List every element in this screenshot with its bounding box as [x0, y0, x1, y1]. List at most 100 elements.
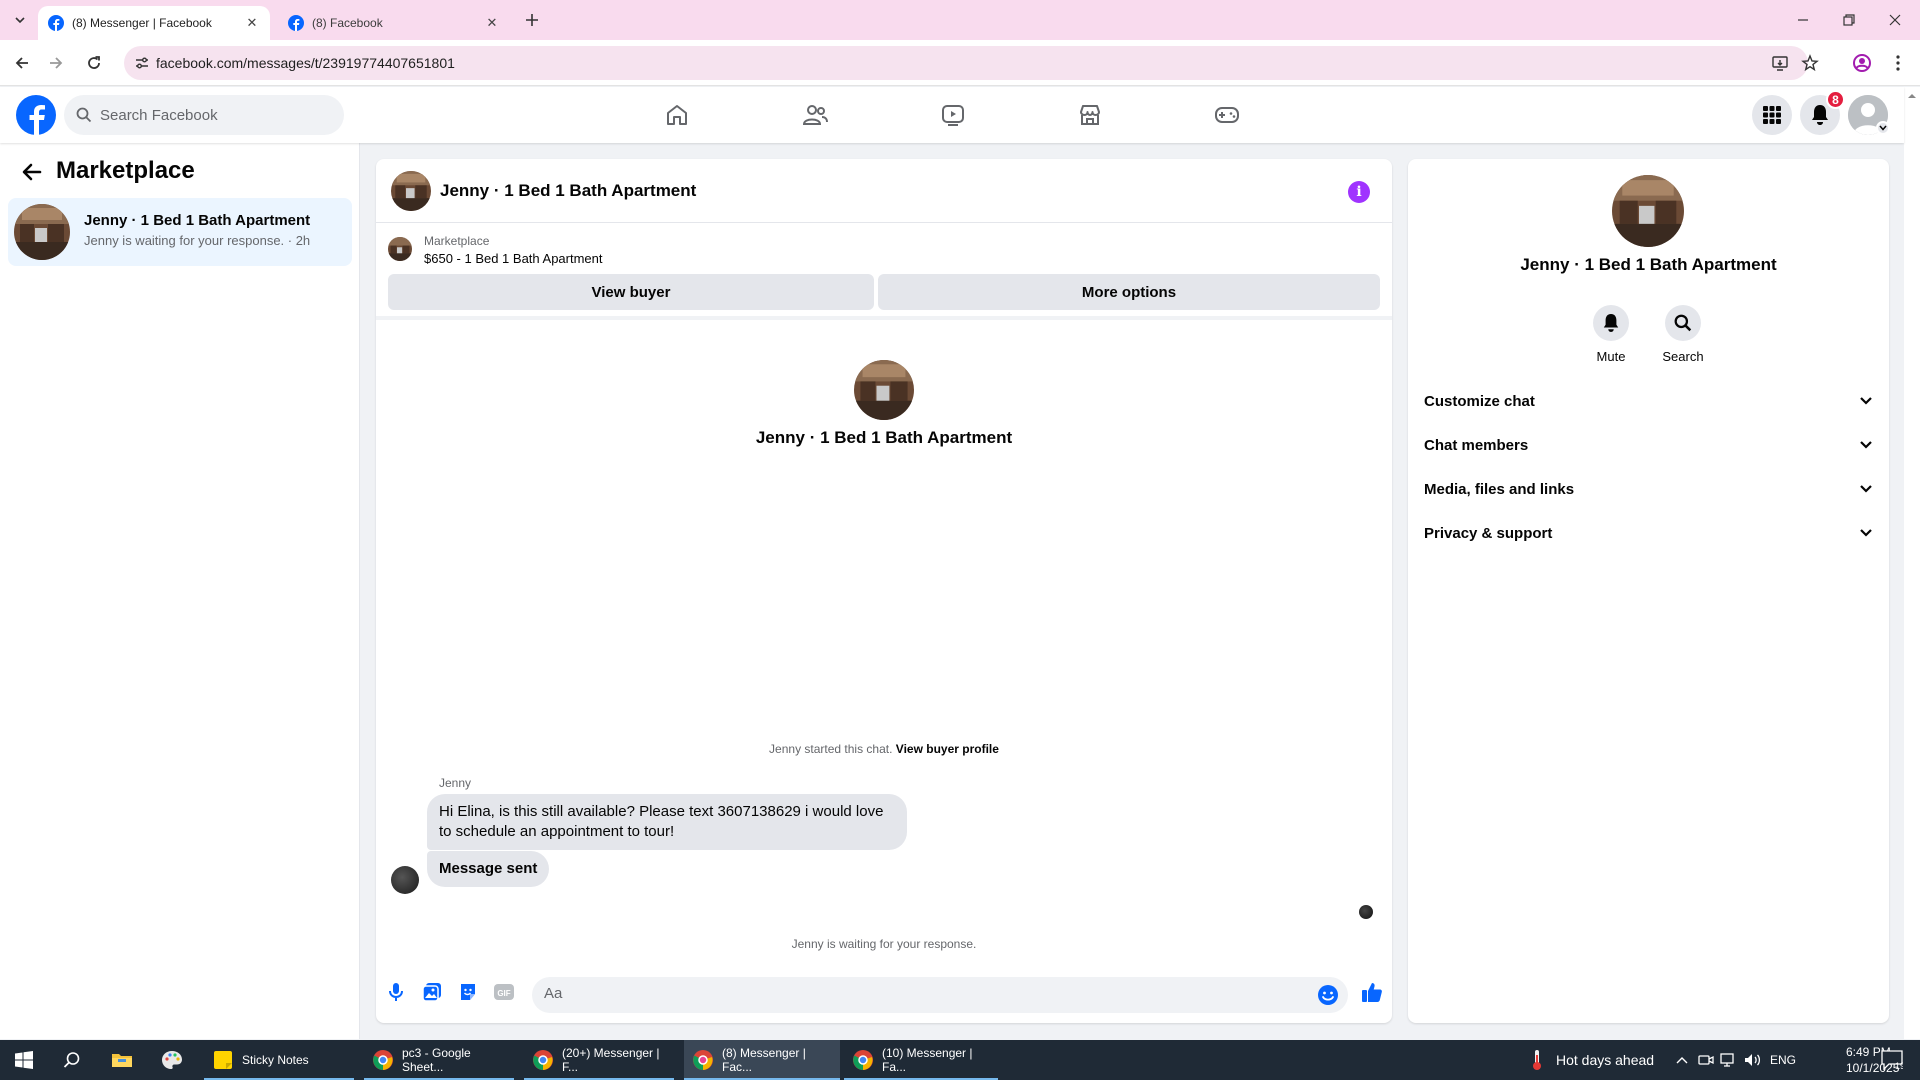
section-title: Customize chat [1424, 392, 1535, 410]
address-bar[interactable]: facebook.com/messages/t/2391977440765180… [124, 46, 1819, 80]
menu-button[interactable] [1752, 95, 1792, 135]
network-icon [1720, 1053, 1734, 1067]
close-window-button[interactable] [1872, 0, 1918, 40]
message-composer[interactable] [532, 977, 1348, 1013]
search-input[interactable] [100, 106, 320, 124]
forward-button[interactable] [42, 49, 70, 77]
windows-logo-icon [15, 1051, 33, 1069]
home-icon [667, 105, 687, 125]
sender-avatar[interactable] [391, 866, 419, 894]
emoji-icon[interactable] [1316, 983, 1340, 1007]
arrow-left-icon [15, 57, 28, 69]
facebook-favicon-icon [288, 15, 304, 31]
back-button[interactable] [18, 158, 46, 186]
app-label: (10) Messenger | Fa... [882, 1046, 973, 1074]
network-icon[interactable] [1718, 1040, 1740, 1080]
mute-button[interactable]: Mute [1581, 305, 1641, 364]
facebook-favicon-icon [48, 15, 64, 31]
listing-detail[interactable]: $650 - 1 Bed 1 Bath Apartment [424, 251, 603, 266]
voice-clip-button[interactable] [384, 980, 408, 1004]
chevron-down-icon [1860, 529, 1872, 537]
tab-facebook[interactable]: (8) Facebook ✕ [278, 6, 510, 40]
meet-now-icon[interactable] [1696, 1040, 1716, 1080]
volume-icon[interactable] [1742, 1040, 1764, 1080]
conversation-item[interactable]: Jenny · 1 Bed 1 Bath Apartment Jenny is … [8, 198, 352, 266]
chrome-icon [533, 1050, 553, 1070]
search-facebook-field[interactable] [64, 95, 344, 135]
customize-chat-section[interactable]: Customize chat [1416, 379, 1881, 423]
taskbar-app-chrome-sheets[interactable]: pc3 - Google Sheet... [364, 1040, 514, 1080]
gif-button[interactable]: GIF [492, 980, 516, 1004]
mute-circle[interactable] [1593, 305, 1629, 341]
account-menu-caret[interactable] [1876, 121, 1890, 135]
weather-widget[interactable]: Hot days ahead [1530, 1040, 1680, 1080]
tab-messenger[interactable]: (8) Messenger | Facebook ✕ [38, 6, 270, 40]
input-language-indicator[interactable]: ENG [1766, 1040, 1800, 1080]
facebook-logo[interactable] [16, 95, 56, 135]
message-bubble[interactable]: Message sent [427, 851, 550, 887]
close-tab-icon[interactable]: ✕ [484, 15, 500, 31]
sticker-icon [461, 984, 475, 1000]
conversation-info-icon[interactable]: i [1348, 181, 1370, 203]
search-circle[interactable] [1665, 305, 1701, 341]
taskbar-app-chrome-messenger-2[interactable]: (8) Messenger | Fac... [684, 1040, 840, 1080]
nav-home[interactable] [621, 87, 733, 143]
folder-icon [112, 1054, 132, 1067]
tab-search-button[interactable] [8, 8, 32, 32]
taskbar-app-sticky-notes[interactable]: Sticky Notes [204, 1040, 354, 1080]
chat-avatar[interactable] [391, 171, 431, 211]
view-buyer-profile-link[interactable]: View buyer profile [896, 742, 999, 756]
chrome-icon [693, 1050, 713, 1070]
taskbar-app-chrome-messenger-3[interactable]: (10) Messenger | Fa... [844, 1040, 998, 1080]
install-app-icon[interactable] [1768, 51, 1792, 75]
browser-profile-button[interactable] [1848, 49, 1876, 77]
intro-avatar[interactable] [854, 360, 914, 420]
show-hidden-icons-button[interactable] [1672, 1040, 1692, 1080]
grid-menu-icon [1763, 106, 1781, 124]
notification-center-button[interactable]: 19 [1874, 1040, 1910, 1080]
seen-indicator-avatar [1359, 905, 1373, 919]
nav-gaming[interactable] [1171, 87, 1283, 143]
info-avatar[interactable] [1612, 175, 1684, 247]
browser-menu-button[interactable] [1884, 49, 1912, 77]
more-options-button[interactable]: More options [878, 274, 1380, 310]
message-input[interactable] [544, 985, 1304, 1002]
attach-photo-button[interactable] [420, 980, 444, 1004]
taskbar-app-chrome-messenger-1[interactable]: (20+) Messenger | F... [524, 1040, 674, 1080]
page-scrollbar[interactable] [1904, 87, 1920, 1039]
paint-app-button[interactable] [148, 1040, 196, 1080]
start-button[interactable] [0, 1040, 48, 1080]
nav-marketplace[interactable] [1034, 87, 1146, 143]
chrome-icon [853, 1050, 873, 1070]
chevron-down-icon [1860, 485, 1872, 493]
message-bubble[interactable]: Hi Elina, is this still available? Pleas… [427, 794, 907, 850]
view-buyer-button[interactable]: View buyer [388, 274, 874, 310]
privacy-support-section[interactable]: Privacy & support [1416, 511, 1881, 555]
notification-center-icon: 19 [1881, 1050, 1903, 1070]
search-in-conversation-button[interactable]: Search [1653, 305, 1713, 364]
reload-button[interactable] [80, 49, 108, 77]
palette-icon [162, 1051, 182, 1069]
chat-title[interactable]: Jenny · 1 Bed 1 Bath Apartment [440, 181, 696, 201]
browser-tab-bar: (8) Messenger | Facebook ✕ (8) Facebook … [0, 0, 1920, 40]
close-tab-icon[interactable]: ✕ [244, 15, 260, 31]
camera-icon [1698, 1055, 1714, 1065]
like-button[interactable] [1360, 980, 1384, 1004]
tab-title: (8) Facebook [312, 16, 383, 30]
app-label: Sticky Notes [242, 1053, 309, 1067]
bookmark-star-icon[interactable] [1798, 51, 1822, 75]
chat-members-section[interactable]: Chat members [1416, 423, 1881, 467]
media-files-links-section[interactable]: Media, files and links [1416, 467, 1881, 511]
minimize-icon [1798, 19, 1808, 21]
nav-friends[interactable] [759, 87, 871, 143]
sticker-button[interactable] [456, 980, 480, 1004]
nav-video[interactable] [897, 87, 1009, 143]
minimize-button[interactable] [1780, 0, 1826, 40]
back-button[interactable] [8, 49, 36, 77]
restore-button[interactable] [1826, 0, 1872, 40]
taskbar-search-button[interactable] [48, 1040, 96, 1080]
file-explorer-button[interactable] [98, 1040, 146, 1080]
new-tab-button[interactable] [520, 8, 544, 32]
site-info-icon[interactable] [130, 51, 154, 75]
message-sender-name: Jenny [439, 776, 472, 790]
